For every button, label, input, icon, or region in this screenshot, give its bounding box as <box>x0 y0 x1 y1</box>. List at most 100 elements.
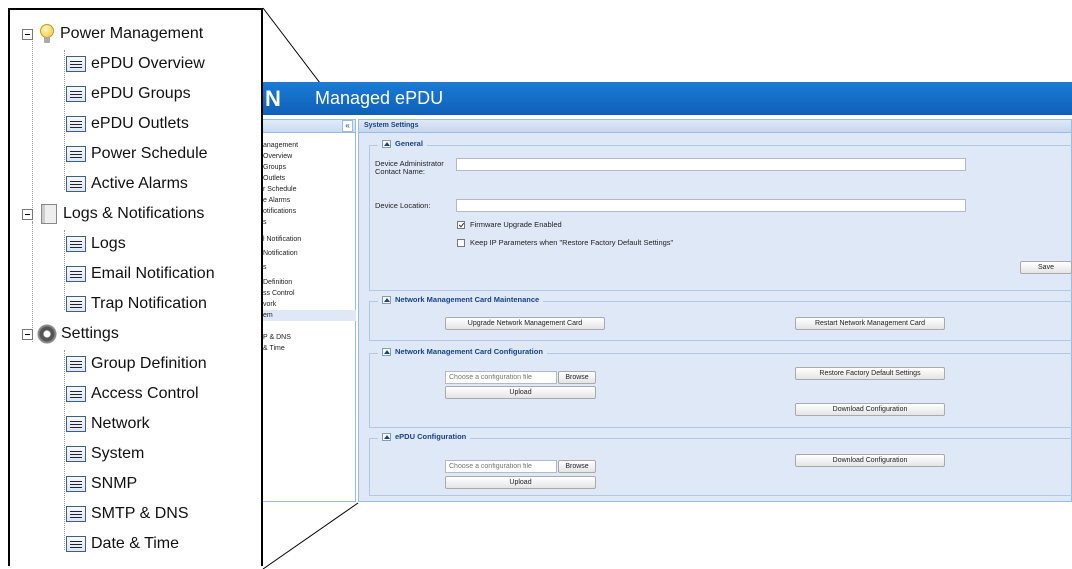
epdu-upload-button[interactable]: Upload <box>445 476 596 489</box>
save-button[interactable]: Save <box>1020 261 1072 274</box>
restart-nmc-button[interactable]: Restart Network Management Card <box>795 317 945 330</box>
page-icon <box>66 296 86 312</box>
tree-item-network[interactable]: Network <box>66 410 150 438</box>
navigation-sidebar: « anagement Overview Groups Outlets r Sc… <box>263 119 356 502</box>
restore-factory-defaults-button[interactable]: Restore Factory Default Settings <box>795 367 945 380</box>
sidebar-item[interactable]: s <box>263 262 356 273</box>
general-fieldset: General Device Administrator Contact Nam… <box>369 139 1072 291</box>
sidebar-item[interactable]: Outlets <box>263 173 356 184</box>
epdu-config-file-input[interactable] <box>445 460 557 473</box>
sidebar-item[interactable]: anagement <box>263 140 356 151</box>
panel-title: System Settings <box>359 120 1071 133</box>
general-legend[interactable]: General <box>378 139 427 148</box>
nmc-maintenance-legend[interactable]: Network Management Card Maintenance <box>378 295 544 304</box>
tree-item-group-definition[interactable]: Group Definition <box>66 350 207 378</box>
collapse-arrow-icon[interactable] <box>382 139 391 148</box>
tree-label: Network <box>91 415 150 432</box>
tree-label: System <box>91 445 145 462</box>
tree-item-logs[interactable]: Logs <box>66 230 126 258</box>
tree-label: Logs & Notifications <box>63 205 205 222</box>
page-icon <box>66 176 86 192</box>
keep-ip-label: Keep IP Parameters when "Restore Factory… <box>470 238 674 247</box>
page-icon <box>66 386 86 402</box>
page-icon <box>66 86 86 102</box>
tree-node-settings[interactable]: Settings <box>22 320 119 348</box>
sidebar-item[interactable]: Groups <box>263 162 356 173</box>
sidebar-item[interactable]: Notification <box>263 248 356 259</box>
collapse-sidebar-button[interactable]: « <box>342 120 353 132</box>
tree-item-system[interactable]: System <box>66 440 144 468</box>
nmc-configuration-legend[interactable]: Network Management Card Configuration <box>378 347 547 356</box>
sidebar-item[interactable]: l Notification <box>263 234 356 245</box>
collapse-icon[interactable] <box>22 328 33 340</box>
sidebar-item[interactable]: P & DNS <box>263 332 356 343</box>
epdu-web-app: N Managed ePDU « anagement Overview Grou… <box>263 82 1072 502</box>
tree-item-snmp[interactable]: SNMP <box>66 470 137 498</box>
sidebar-item[interactable]: ss Control <box>263 288 356 299</box>
keep-ip-checkbox[interactable] <box>457 239 465 247</box>
device-location-label: Device Location: <box>375 201 431 210</box>
page-icon <box>66 416 86 432</box>
tree-item-power-schedule[interactable]: Power Schedule <box>66 140 208 168</box>
page-icon <box>66 56 86 72</box>
firmware-upgrade-checkbox[interactable] <box>457 221 465 229</box>
legend-label: Network Management Card Configuration <box>395 347 543 356</box>
tree-item-smtp-dns[interactable]: SMTP & DNS <box>66 500 189 528</box>
tree-node-logs-notifications[interactable]: Logs & Notifications <box>22 200 204 228</box>
nmc-browse-button[interactable]: Browse <box>558 371 596 384</box>
collapse-arrow-icon[interactable] <box>382 295 391 304</box>
collapse-arrow-icon[interactable] <box>382 347 391 356</box>
epdu-browse-button[interactable]: Browse <box>558 460 596 473</box>
tree-label: Date & Time <box>91 535 180 552</box>
brand-logo: N <box>265 86 281 111</box>
device-location-input[interactable] <box>456 199 966 212</box>
firmware-upgrade-label: Firmware Upgrade Enabled <box>470 220 562 229</box>
tree-label: Power Schedule <box>91 145 208 162</box>
app-title: Managed ePDU <box>315 88 444 108</box>
sidebar-header: « <box>263 120 355 133</box>
tree-item-epdu-overview[interactable]: ePDU Overview <box>66 50 205 78</box>
nmc-upload-button[interactable]: Upload <box>445 386 596 399</box>
sidebar-item[interactable] <box>263 321 356 332</box>
tree-label: ePDU Overview <box>91 55 205 72</box>
contact-name-input[interactable] <box>456 158 966 171</box>
nmc-configuration-fieldset: Network Management Card Configuration Br… <box>369 347 1072 428</box>
tree-item-epdu-outlets[interactable]: ePDU Outlets <box>66 110 189 138</box>
collapse-icon[interactable] <box>22 208 33 220</box>
collapse-icon[interactable] <box>22 28 33 40</box>
sidebar-item[interactable]: e Alarms <box>263 195 356 206</box>
tree-item-trap-notification[interactable]: Trap Notification <box>66 290 207 318</box>
page-icon <box>66 506 86 522</box>
tree-item-active-alarms[interactable]: Active Alarms <box>66 170 188 198</box>
sidebar-item-selected[interactable]: em <box>263 310 356 321</box>
lightbulb-icon <box>38 24 56 44</box>
tree-label: Power Management <box>60 25 204 42</box>
page-icon <box>66 146 86 162</box>
legend-label: General <box>395 139 423 148</box>
tree-label: SMTP & DNS <box>91 505 189 522</box>
app-header: N Managed ePDU <box>263 82 1072 115</box>
tree-label: Group Definition <box>91 355 207 372</box>
sidebar-item[interactable]: vork <box>263 299 356 310</box>
sidebar-item[interactable]: otifications <box>263 206 356 217</box>
tree-item-access-control[interactable]: Access Control <box>66 380 199 408</box>
legend-label: Network Management Card Maintenance <box>395 295 540 304</box>
page-icon <box>66 116 86 132</box>
tree-item-epdu-groups[interactable]: ePDU Groups <box>66 80 191 108</box>
upgrade-nmc-button[interactable]: Upgrade Network Management Card <box>445 317 605 330</box>
sidebar-item[interactable]: Overview <box>263 151 356 162</box>
sidebar-item[interactable]: r Schedule <box>263 184 356 195</box>
nmc-download-config-button[interactable]: Download Configuration <box>795 403 945 416</box>
tree-item-date-time[interactable]: Date & Time <box>66 530 179 558</box>
epdu-configuration-legend[interactable]: ePDU Configuration <box>378 432 471 441</box>
tree-node-power-management[interactable]: Power Management <box>22 20 203 48</box>
sidebar-item[interactable]: & Time <box>263 343 356 354</box>
collapse-arrow-icon[interactable] <box>382 432 391 441</box>
sidebar-item[interactable]: Definition <box>263 277 356 288</box>
nmc-config-file-input[interactable] <box>445 371 557 384</box>
tree-item-email-notification[interactable]: Email Notification <box>66 260 215 288</box>
epdu-download-config-button[interactable]: Download Configuration <box>795 454 945 467</box>
tree-label: Logs <box>91 235 126 252</box>
sidebar-item[interactable]: s <box>263 217 356 228</box>
nmc-maintenance-fieldset: Network Management Card Maintenance Upgr… <box>369 295 1072 341</box>
